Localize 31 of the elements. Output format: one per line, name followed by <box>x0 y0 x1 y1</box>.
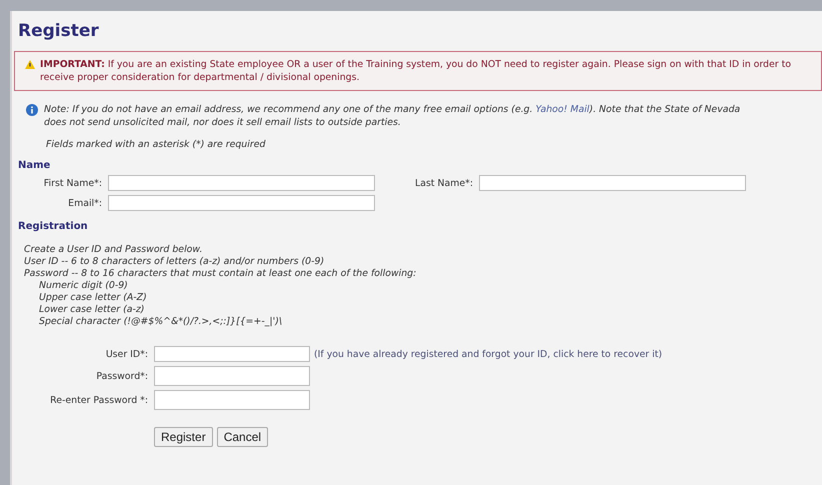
email-field[interactable] <box>108 195 375 211</box>
password-rule: Special character (!@#$%^&*()/?.>,<;:]}[{=+-_|')\ <box>38 316 284 328</box>
note-text: Note: If you do not have an email address, we recommend any one of the many free email options (e.g. Yahoo! Mail). Note that the State of Nevada does not send unsolicited mail, nor does it sell email lists to outside parties. <box>44 103 742 129</box>
field-label: Re-enter Password *: <box>49 394 149 406</box>
password-rule: Lower case letter (a-z) <box>38 304 146 316</box>
required-note: Fields marked with an asterisk (*) are required <box>46 139 266 150</box>
field-label: Password*: <box>95 370 149 382</box>
instruction-text: Create a User ID and Password below. <box>24 244 204 256</box>
instruction-text: Password -- 8 to 16 characters that must contain at least one each of the following: <box>24 268 418 280</box>
page-title: Register <box>18 20 100 41</box>
password-rule: Upper case letter (A-Z) <box>38 292 148 304</box>
last-name-field[interactable] <box>479 175 746 191</box>
field-label: User ID*: <box>104 348 149 360</box>
section-heading: Registration <box>18 221 89 232</box>
recover-id-link[interactable]: (If you have already registered and forgot your ID, click here to recover it) <box>314 348 662 360</box>
info-icon <box>26 104 38 116</box>
alert-text: IMPORTANT: If you are an existing State employee OR a user of the Training system, you do NOT need to register again. Please sign on with that ID in order to receive proper consideration for departmental / divisional openings. <box>40 58 792 84</box>
field-label: First Name*: <box>42 178 103 188</box>
section-heading: Name <box>18 160 52 171</box>
cancel-button[interactable]: Cancel <box>216 427 268 447</box>
user-id-field[interactable] <box>154 346 310 362</box>
email-link[interactable]: Yahoo! Mail <box>536 104 590 115</box>
password-field[interactable] <box>154 366 310 386</box>
warning-icon <box>25 60 35 69</box>
instruction-text: User ID -- 6 to 8 characters of letters (a-z) and/or numbers (0-9) <box>24 256 326 268</box>
confirm-password-field[interactable] <box>154 390 310 410</box>
register-button[interactable]: Register <box>154 427 213 447</box>
field-label: Email*: <box>67 198 103 208</box>
first-name-field[interactable] <box>108 175 375 191</box>
password-rule: Numeric digit (0-9) <box>38 280 129 292</box>
field-label: Last Name*: <box>414 178 474 188</box>
